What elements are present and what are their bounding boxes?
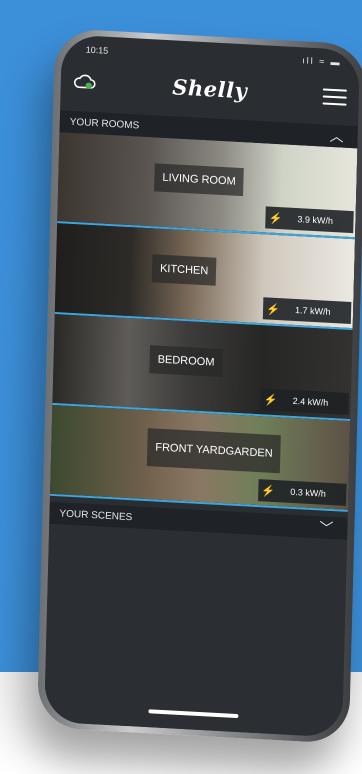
power-badge: ⚡ 0.3 kW/h — [258, 479, 347, 506]
room-name: FRONT YARD GARDEN — [146, 428, 282, 474]
status-icons: ıll ≈ ▬ — [302, 55, 342, 68]
status-time: 10:15 — [85, 44, 109, 56]
room-card-living-room[interactable]: LIVING ROOM ⚡ 3.9 kW/h — [57, 132, 358, 240]
room-card-bedroom[interactable]: BEDROOM ⚡ 2.4 kW/h — [52, 314, 353, 422]
phone-screen: 10:15 ıll ≈ ▬ Shelly YOUR ROOMS ︿ LIVING… — [44, 34, 360, 738]
room-name-line1: FRONT YARD — [155, 441, 226, 458]
room-name: LIVING ROOM — [154, 163, 245, 197]
app-bar: Shelly — [60, 62, 359, 118]
power-value: 0.3 kW/h — [290, 486, 326, 499]
shelly-logo: Shelly — [171, 74, 248, 104]
power-value: 2.4 kW/h — [292, 395, 329, 408]
chevron-up-icon[interactable]: ︿ — [329, 126, 344, 147]
power-badge: ⚡ 1.7 kW/h — [262, 297, 352, 325]
room-name: KITCHEN — [151, 254, 217, 286]
chevron-down-icon[interactable]: ﹀ — [319, 517, 334, 538]
screen-empty-area — [44, 523, 348, 738]
phone-mockup: 10:15 ıll ≈ ▬ Shelly YOUR ROOMS ︿ LIVING… — [0, 0, 362, 774]
room-name: BEDROOM — [149, 345, 223, 378]
rooms-section-title: YOUR ROOMS — [69, 116, 140, 132]
power-badge: ⚡ 2.4 kW/h — [260, 388, 349, 415]
menu-icon[interactable] — [322, 88, 347, 107]
power-badge: ⚡ 3.9 kW/h — [265, 206, 354, 234]
rooms-list: LIVING ROOM ⚡ 3.9 kW/h KITCHEN ⚡ 1.7 kW/… — [49, 132, 358, 512]
bolt-icon: ⚡ — [261, 484, 276, 498]
scenes-section-title: YOUR SCENES — [59, 508, 133, 524]
room-card-kitchen[interactable]: KITCHEN ⚡ 1.7 kW/h — [54, 223, 356, 331]
bolt-icon: ⚡ — [266, 302, 281, 316]
bolt-icon: ⚡ — [263, 393, 278, 407]
power-value: 1.7 kW/h — [294, 305, 331, 317]
room-card-front-yard-garden[interactable]: FRONT YARD GARDEN ⚡ 0.3 kW/h — [49, 404, 351, 512]
phone-frame: 10:15 ıll ≈ ▬ Shelly YOUR ROOMS ︿ LIVING… — [36, 27, 362, 745]
power-value: 3.9 kW/h — [297, 214, 334, 227]
room-name-line2: GARDEN — [225, 445, 273, 460]
bolt-icon: ⚡ — [268, 212, 283, 225]
